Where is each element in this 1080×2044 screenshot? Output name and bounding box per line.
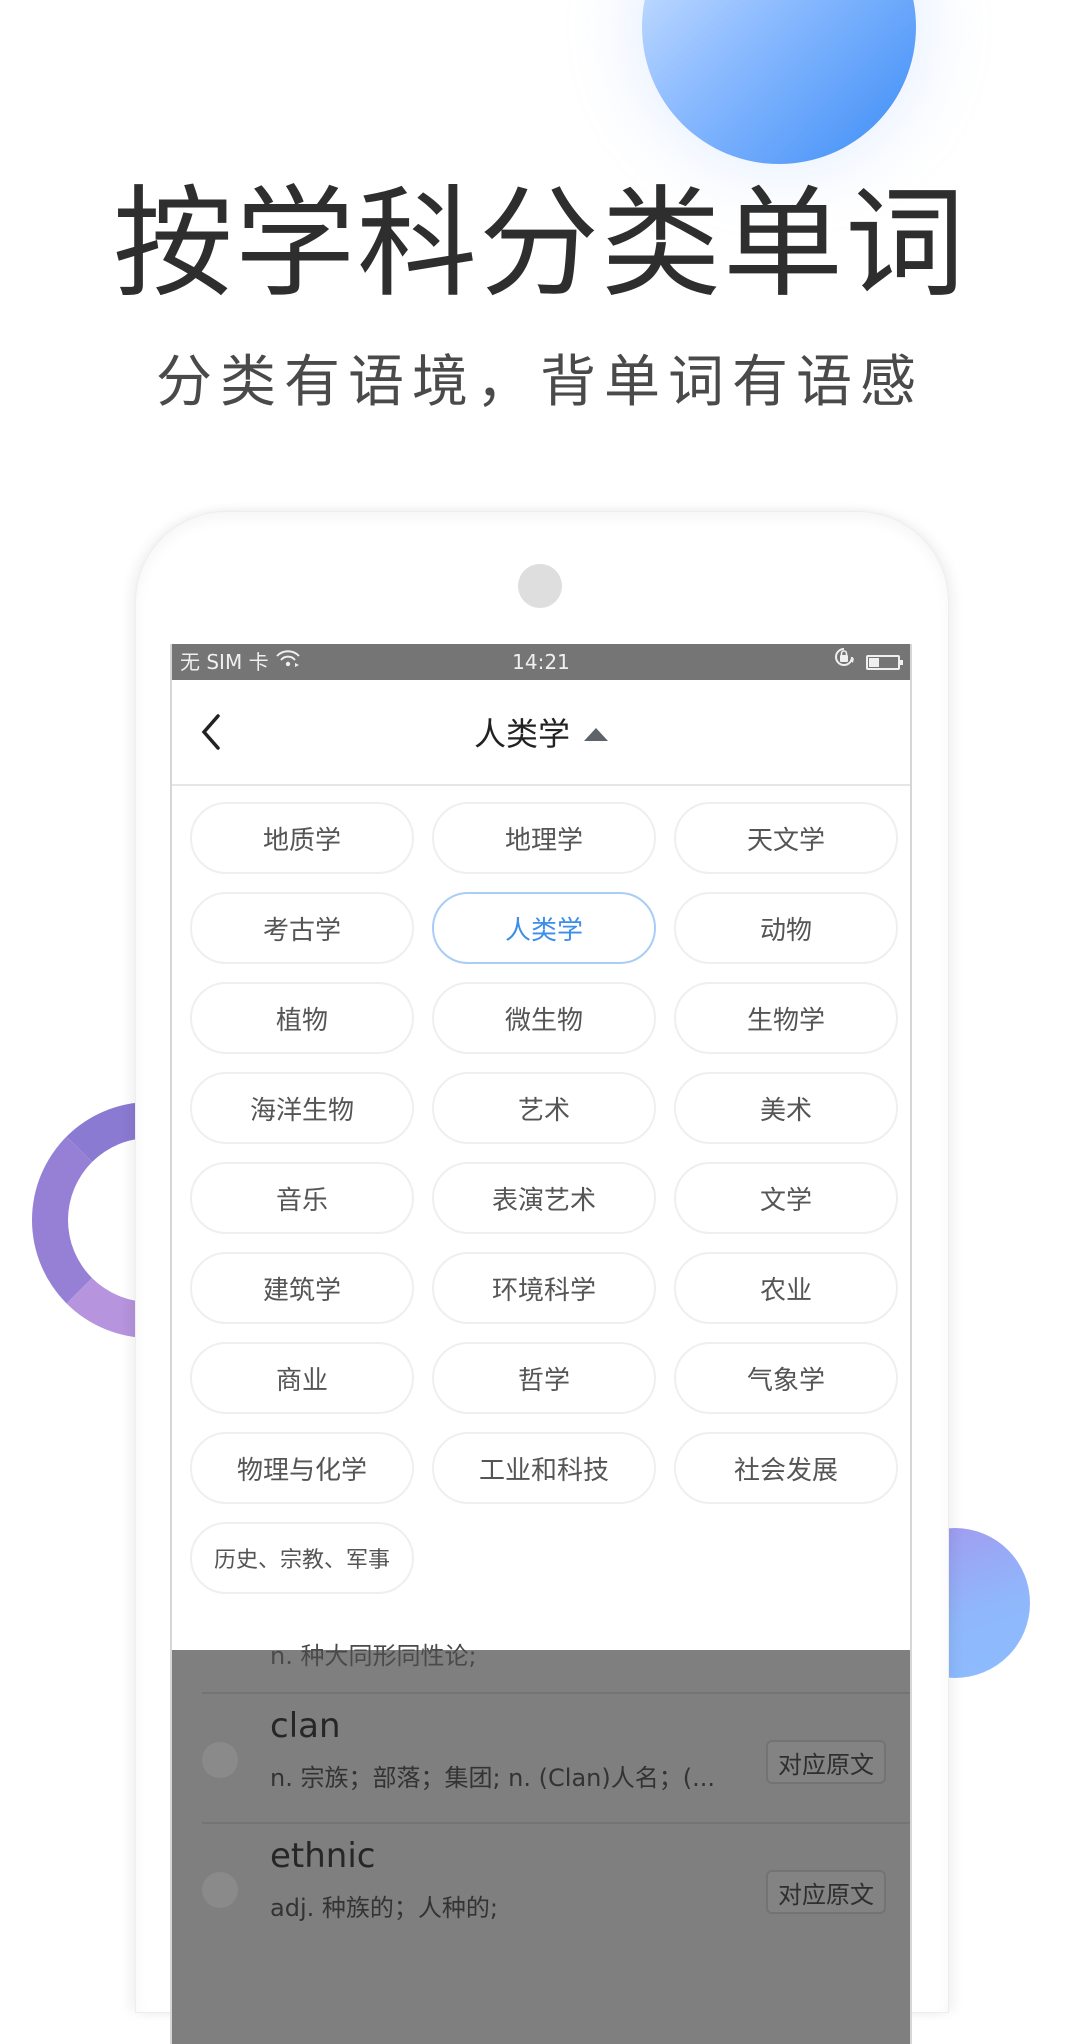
phone-frame: 无 SIM 卡 14:21 人类学 地质学 地理学 天文学 考古学 人类学 动物… bbox=[136, 512, 948, 2044]
category-selector[interactable]: 人类学 bbox=[172, 680, 910, 784]
category-chip[interactable]: 地理学 bbox=[432, 802, 656, 874]
partial-definition: n. 种大同形同性论; bbox=[270, 1642, 477, 1670]
phone-camera bbox=[518, 564, 562, 608]
category-chip[interactable]: 工业和科技 bbox=[432, 1432, 656, 1504]
category-chip[interactable]: 艺术 bbox=[432, 1072, 656, 1144]
source-text-button[interactable]: 对应原文 bbox=[766, 1870, 886, 1914]
word-text: ethnic bbox=[270, 1836, 376, 1876]
category-chip[interactable]: 音乐 bbox=[190, 1162, 414, 1234]
word-definition: adj. 种族的；人种的; bbox=[270, 1894, 498, 1922]
category-chip[interactable]: 地质学 bbox=[190, 802, 414, 874]
word-text: clan bbox=[270, 1706, 341, 1746]
category-chip[interactable]: 海洋生物 bbox=[190, 1072, 414, 1144]
app-screen: 无 SIM 卡 14:21 人类学 地质学 地理学 天文学 考古学 人类学 动物… bbox=[170, 644, 912, 2044]
select-radio[interactable] bbox=[202, 1872, 238, 1908]
category-chip[interactable]: 农业 bbox=[674, 1252, 898, 1324]
caret-up-icon bbox=[584, 727, 608, 741]
dimmed-word-list[interactable]: n. 种大同形同性论; clan n. 宗族；部落；集团; n. (Clan)人… bbox=[172, 1642, 910, 2044]
word-definition: n. 宗族；部落；集团; n. (Clan)人名；(... bbox=[270, 1764, 715, 1792]
source-text-button[interactable]: 对应原文 bbox=[766, 1740, 886, 1784]
category-chip[interactable]: 商业 bbox=[190, 1342, 414, 1414]
decorative-blue-circle bbox=[642, 0, 916, 164]
word-row[interactable]: clan n. 宗族；部落；集团; n. (Clan)人名；(... 对应原文 bbox=[172, 1694, 910, 1822]
category-chip[interactable]: 社会发展 bbox=[674, 1432, 898, 1504]
nav-bar: 人类学 bbox=[172, 680, 910, 786]
category-chip[interactable]: 天文学 bbox=[674, 802, 898, 874]
category-chip[interactable]: 建筑学 bbox=[190, 1252, 414, 1324]
category-chip[interactable]: 物理与化学 bbox=[190, 1432, 414, 1504]
category-chip[interactable]: 文学 bbox=[674, 1162, 898, 1234]
category-chip[interactable]: 动物 bbox=[674, 892, 898, 964]
category-chip[interactable]: 美术 bbox=[674, 1072, 898, 1144]
word-row[interactable]: ethnic adj. 种族的；人种的; 对应原文 bbox=[172, 1824, 910, 1952]
rotation-lock-icon bbox=[832, 644, 856, 680]
category-chip[interactable]: 表演艺术 bbox=[432, 1162, 656, 1234]
category-chip[interactable]: 历史、宗教、军事 bbox=[190, 1522, 414, 1594]
category-chip-selected[interactable]: 人类学 bbox=[432, 892, 656, 964]
status-time: 14:21 bbox=[512, 650, 570, 674]
select-radio[interactable] bbox=[202, 1742, 238, 1778]
category-grid: 地质学 地理学 天文学 考古学 人类学 动物 植物 微生物 生物学 海洋生物 艺… bbox=[190, 802, 902, 1594]
nav-title: 人类学 bbox=[473, 715, 570, 753]
category-chip[interactable]: 环境科学 bbox=[432, 1252, 656, 1324]
category-chip[interactable]: 生物学 bbox=[674, 982, 898, 1054]
category-chip[interactable]: 微生物 bbox=[432, 982, 656, 1054]
category-chip[interactable]: 植物 bbox=[190, 982, 414, 1054]
category-chip[interactable]: 哲学 bbox=[432, 1342, 656, 1414]
promo-headline: 按学科分类单词 bbox=[113, 175, 967, 314]
battery-icon bbox=[866, 654, 903, 670]
category-chip[interactable]: 考古学 bbox=[190, 892, 414, 964]
status-bar: 无 SIM 卡 14:21 bbox=[172, 644, 910, 680]
category-chip[interactable]: 气象学 bbox=[674, 1342, 898, 1414]
promo-subline: 分类有语境，背单词有语感 bbox=[156, 350, 924, 415]
